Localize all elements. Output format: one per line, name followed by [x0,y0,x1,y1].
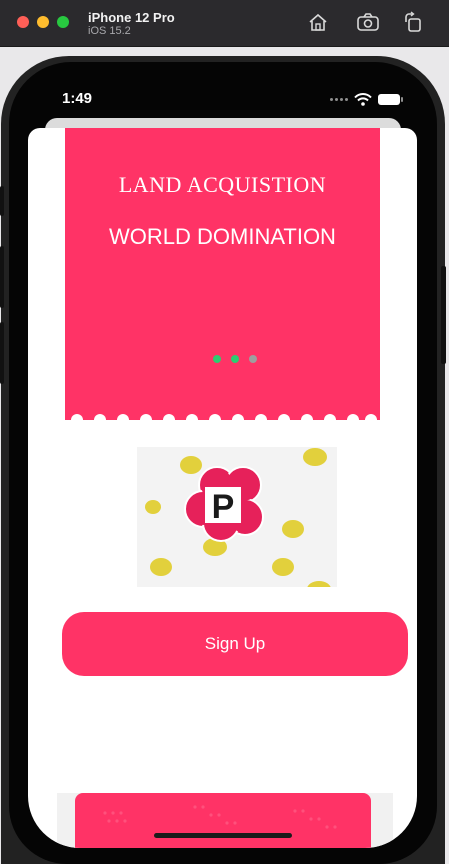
hero-title: LAND ACQUISTION [118,172,327,197]
close-window-button[interactable] [17,16,29,28]
rotate-icon[interactable] [400,10,426,34]
map-pattern-icon [103,805,337,829]
page-dot-1[interactable] [213,355,221,363]
status-icons [330,92,403,106]
status-time: 1:49 [62,90,93,107]
wifi-icon [354,92,372,106]
minimize-window-button[interactable] [37,16,49,28]
app-screen: LAND ACQUISTION WORLD DOMINATION P Sign … [28,128,417,848]
battery-icon [378,93,403,105]
next-card-container [57,793,393,848]
simulator-titlebar: iPhone 12 Pro iOS 15.2 [0,0,449,47]
volume-down-button [0,322,4,384]
home-indicator[interactable] [154,833,292,838]
page-indicator[interactable] [213,355,257,363]
screenshot-icon[interactable] [355,10,381,34]
flower-logo-icon: P [145,448,331,587]
scalloped-edge [71,414,377,426]
home-icon[interactable] [305,10,331,34]
zoom-window-button[interactable] [57,16,69,28]
volume-up-button [0,246,4,308]
os-version: iOS 15.2 [88,25,131,37]
next-card-preview[interactable] [75,793,371,848]
signal-dots-icon [330,97,348,101]
logo-letter: P [212,488,235,526]
sign-up-button[interactable]: Sign Up [62,612,408,676]
side-power-button [441,266,446,364]
hero-subtitle: WORLD DOMINATION [109,224,336,249]
app-logo: P [137,447,337,587]
onboarding-carousel[interactable]: LAND ACQUISTION WORLD DOMINATION [65,128,380,426]
mute-switch [0,186,4,216]
page-dot-3[interactable] [249,355,257,363]
page-dot-2[interactable] [231,355,239,363]
device-name: iPhone 12 Pro [88,10,175,25]
